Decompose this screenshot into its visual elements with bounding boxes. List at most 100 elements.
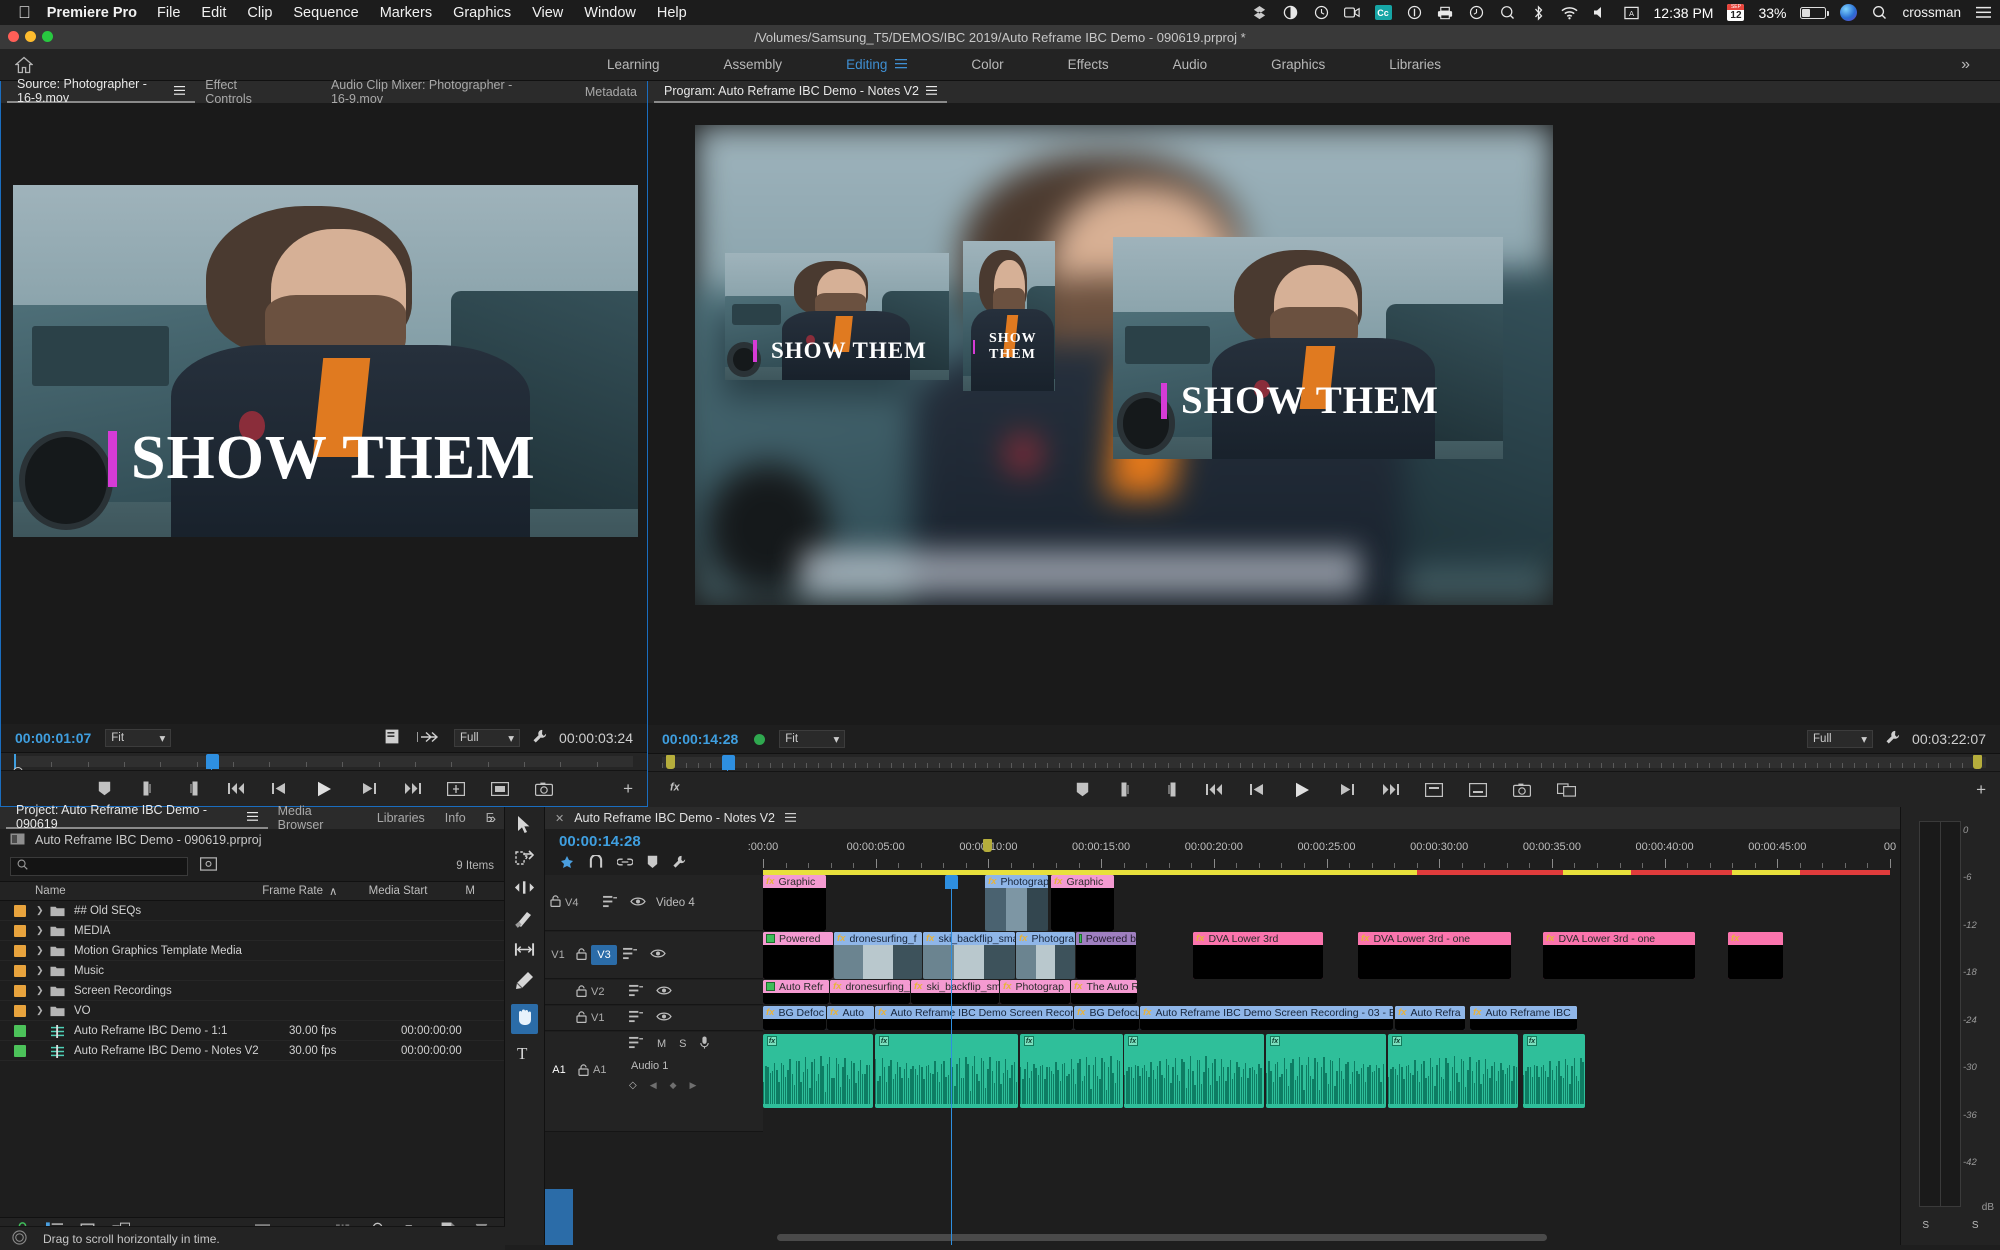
info-circle-icon[interactable] [1406, 4, 1423, 21]
printer-icon[interactable] [1437, 4, 1454, 21]
timeline-clip[interactable]: fx Graphic [763, 875, 826, 931]
ripple-edit-tool[interactable] [514, 880, 535, 900]
track-select-forward-tool[interactable] [514, 849, 535, 871]
project-item-row[interactable]: ❯ MEDIA [0, 921, 504, 941]
timeline-clip[interactable]: fx Auto Refra [1395, 1006, 1465, 1030]
maximize-window-button[interactable] [42, 31, 53, 42]
workspace-tab-graphics[interactable]: Graphics [1239, 57, 1357, 72]
source-patch-a1[interactable]: A1 [545, 1064, 573, 1076]
timeline-clip[interactable]: fx The Auto R [1071, 980, 1137, 1004]
workspace-tab-assembly[interactable]: Assembly [692, 57, 815, 72]
select-zoom-level-icon[interactable] [385, 729, 399, 747]
program-monitor-viewport[interactable]: SHOW THEM SHOW THEM SHOW THEM [648, 103, 2000, 725]
timeline-clip[interactable]: fx Auto [827, 1006, 874, 1030]
extract-icon[interactable] [1467, 780, 1489, 800]
timeline-clip[interactable]: fx dronesurfing_f [830, 980, 910, 1004]
menubar-username[interactable]: crossman [1902, 5, 1961, 20]
track-sync-lock-icon[interactable] [629, 984, 644, 1000]
track-output-eye-icon[interactable] [630, 896, 646, 910]
timeline-audio-clip[interactable]: fx [1266, 1034, 1386, 1108]
project-item-row[interactable]: ❯ Motion Graphics Template Media [0, 941, 504, 961]
timeline-clip[interactable]: fxAuto Reframe IBC Demo Screen Recording… [1140, 1006, 1393, 1030]
timeline-display-settings-icon[interactable] [672, 855, 686, 874]
minimize-window-button[interactable] [25, 31, 36, 42]
timeline-clip[interactable]: fx DVA Lower 3rd - one [1543, 932, 1695, 979]
close-window-button[interactable] [8, 31, 19, 42]
column-header-media-start[interactable]: Media Start [369, 885, 466, 897]
go-to-out-icon[interactable] [401, 779, 423, 799]
add-marker-icon[interactable] [1071, 780, 1093, 800]
tab-project[interactable]: Project: Auto Reframe IBC Demo - 090619 [6, 803, 268, 831]
search-input-wrapper[interactable] [10, 856, 188, 876]
calendar-icon[interactable]: SEP 12 [1727, 4, 1745, 21]
screen-record-icon[interactable] [1344, 4, 1361, 21]
track-clips-v1[interactable]: fx BG Defoc fx Auto fx Auto Reframe IBC Demo … [763, 1006, 1900, 1031]
contrast-icon[interactable] [1282, 4, 1299, 21]
next-keyframe-icon[interactable]: ▶ [690, 1080, 697, 1091]
add-keyframe-icon[interactable]: ◆ [670, 1080, 677, 1091]
workspace-tab-color[interactable]: Color [939, 57, 1035, 72]
menu-markers[interactable]: Markers [380, 5, 432, 21]
go-to-in-icon[interactable] [1203, 780, 1225, 800]
volume-icon[interactable] [1592, 4, 1609, 21]
timeline-playhead[interactable] [945, 875, 958, 1245]
timeline-clip[interactable]: fx Auto Reframe IBC [1470, 1006, 1577, 1030]
insert-icon[interactable] [445, 779, 467, 799]
timeline-audio-clip[interactable]: fx [1388, 1034, 1518, 1108]
tab-info[interactable]: Info [435, 807, 476, 829]
apple-logo-icon[interactable]:  [18, 3, 31, 23]
tab-effect-controls[interactable]: Effect Controls [195, 78, 283, 106]
track-sync-lock-icon[interactable] [629, 1036, 644, 1052]
audio-track-target-a1[interactable] [545, 1189, 573, 1245]
meter-solo-left[interactable]: S [1922, 1220, 1929, 1231]
tab-program-monitor[interactable]: Program: Auto Reframe IBC Demo - Notes V… [654, 81, 947, 103]
add-marker-icon[interactable] [93, 779, 115, 799]
track-header-v4[interactable]: V4 Video 4 [545, 875, 763, 931]
source-monitor-viewport[interactable]: SHOW THEM [1, 103, 647, 724]
source-duration-timecode[interactable]: 00:00:03:24 [559, 730, 633, 746]
source-playhead[interactable] [206, 754, 219, 774]
workspace-tab-learning[interactable]: Learning [575, 57, 692, 72]
add-marker-icon[interactable] [647, 855, 658, 874]
track-clips-v2[interactable]: Auto Refr fx dronesurfing_f fx ski_backflip_… [763, 980, 1900, 1005]
track-lock-icon[interactable] [573, 1064, 593, 1079]
menu-graphics[interactable]: Graphics [453, 5, 511, 21]
clock-icon[interactable] [1313, 4, 1330, 21]
project-file-row[interactable]: Auto Reframe IBC Demo - 090619.prproj [0, 829, 504, 851]
snap-icon[interactable] [589, 854, 603, 874]
tab-source-monitor[interactable]: Source: Photographer - 16-9.mov [7, 77, 196, 105]
voice-over-record-icon[interactable] [699, 1036, 709, 1052]
pen-tool[interactable] [515, 971, 534, 995]
timeline-audio-clip[interactable]: fx [1124, 1034, 1264, 1108]
column-header-frame-rate[interactable]: Frame Rate ∧ [262, 884, 368, 898]
program-in-marker[interactable] [666, 755, 675, 769]
track-header-a1[interactable]: A1 A1 M S Audio 1 ◇ ◀ ◆ ▶ [545, 1032, 763, 1245]
menu-view[interactable]: View [532, 5, 563, 21]
workspace-tab-editing[interactable]: Editing [814, 57, 939, 72]
project-item-row[interactable]: ❯ ## Old SEQs [0, 901, 504, 921]
step-forward-icon[interactable] [357, 779, 379, 799]
timeline-audio-clip[interactable]: fx [763, 1034, 873, 1108]
project-item-row[interactable]: ❯ Music [0, 961, 504, 981]
program-playhead[interactable] [722, 755, 735, 775]
menu-clip[interactable]: Clip [247, 5, 272, 21]
wifi-icon[interactable] [1560, 4, 1578, 21]
lift-icon[interactable] [1423, 780, 1445, 800]
disclosure-triangle-icon[interactable]: ❯ [36, 905, 50, 916]
sync-settings-icon[interactable] [12, 1229, 27, 1248]
siri-icon[interactable] [1840, 4, 1858, 21]
tab-media-browser[interactable]: Media Browser [268, 804, 367, 832]
export-frame-icon[interactable] [533, 779, 555, 799]
source-patch-v1[interactable]: V1 [545, 949, 571, 961]
button-editor-plus-icon[interactable]: + [1976, 780, 1986, 800]
project-item-list[interactable]: ❯ ## Old SEQs ❯ MEDIA ❯ Motion Graphics Templ… [0, 901, 504, 1217]
home-icon[interactable] [0, 56, 48, 74]
close-icon[interactable]: ✕ [555, 812, 564, 825]
source-zoom-select[interactable]: Fit ▾ [105, 729, 172, 747]
tab-libraries[interactable]: Libraries [367, 807, 435, 829]
go-to-out-icon[interactable] [1379, 780, 1401, 800]
timeline-clip[interactable]: fx BG Defoc [763, 1006, 826, 1030]
timeline-clip[interactable]: fx BG Defocu [1074, 1006, 1139, 1030]
settings-wrench-icon[interactable] [532, 729, 547, 747]
panel-menu-icon[interactable] [785, 811, 796, 825]
